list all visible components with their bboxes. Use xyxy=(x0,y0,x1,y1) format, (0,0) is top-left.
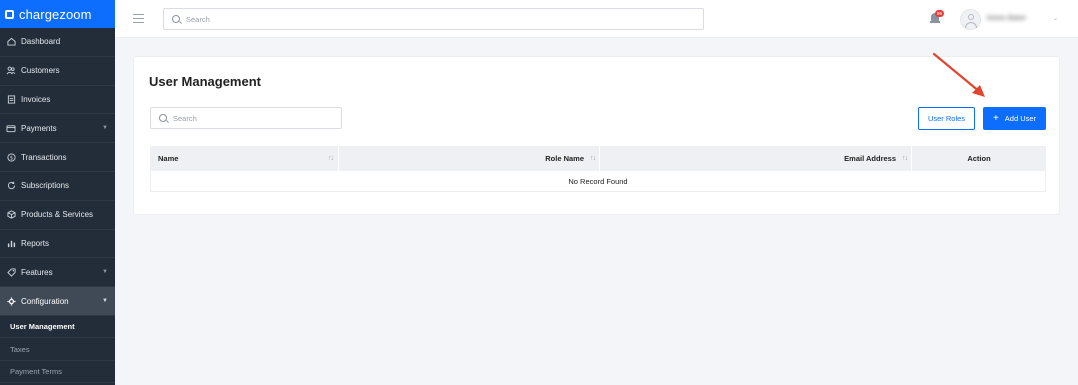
plus-icon: + xyxy=(992,112,999,124)
table-search-input[interactable] xyxy=(173,113,341,123)
chevron-down-icon[interactable]: ⌄ xyxy=(1053,15,1058,22)
sidebar-item-label: Configuration xyxy=(21,296,69,306)
gear-icon xyxy=(6,296,16,306)
search-icon xyxy=(159,114,167,122)
svg-text:$: $ xyxy=(9,155,12,161)
sidebar-item-subscriptions[interactable]: Subscriptions xyxy=(0,172,115,201)
top-search-input[interactable] xyxy=(186,14,703,24)
sidebar: chargezoom Dashboard Customers Invoices … xyxy=(0,0,115,385)
sidebar-item-configuration[interactable]: Configuration ▼ xyxy=(0,287,115,316)
table-search-box[interactable] xyxy=(150,107,342,129)
brand-name: chargezoom xyxy=(19,6,92,22)
invoice-icon xyxy=(6,94,16,104)
sidebar-item-label: Features xyxy=(21,267,53,277)
user-name[interactable]: Kelvin Baker xyxy=(987,15,1031,23)
refresh-icon xyxy=(6,181,16,191)
sidebar-item-label: Reports xyxy=(21,238,50,248)
column-header-action: Action xyxy=(967,154,991,163)
top-search-box[interactable] xyxy=(163,8,704,30)
empty-state-row: No Record Found xyxy=(150,171,1046,192)
sidebar-item-transactions[interactable]: $ Transactions xyxy=(0,143,115,172)
user-management-card: User Management User Roles + Add User Na… xyxy=(133,56,1060,215)
bar-chart-icon xyxy=(6,238,16,248)
sidebar-item-products-services[interactable]: Products & Services xyxy=(0,201,115,230)
brand-logo[interactable]: chargezoom xyxy=(0,0,115,28)
sidebar-item-label: Subscriptions xyxy=(21,181,70,191)
sidebar-item-label: Dashboard xyxy=(21,37,61,47)
sidebar-item-dashboard[interactable]: Dashboard xyxy=(0,28,115,57)
sort-icon[interactable]: ↑↓ xyxy=(590,155,596,162)
sidebar-item-features[interactable]: Features ▼ xyxy=(0,258,115,288)
box-icon xyxy=(6,210,16,220)
wallet-icon xyxy=(6,123,16,133)
table-header: Name ↑↓ Role Name ↑↓ Email Address ↑↓ Ac… xyxy=(150,146,1046,171)
sidebar-item-invoices[interactable]: Invoices xyxy=(0,86,115,115)
hamburger-menu-icon[interactable] xyxy=(133,14,144,26)
users-table: Name ↑↓ Role Name ↑↓ Email Address ↑↓ Ac… xyxy=(150,146,1046,192)
logo-icon xyxy=(5,9,14,19)
column-header-name[interactable]: Name ↑↓ xyxy=(150,146,339,171)
notification-badge: 99 xyxy=(935,10,944,17)
add-user-label: Add User xyxy=(1004,114,1037,123)
sidebar-subitem-user-management[interactable]: User Management xyxy=(0,316,115,339)
notification-bell-icon[interactable]: 99 xyxy=(930,10,944,24)
sort-icon[interactable]: ↑↓ xyxy=(328,155,334,162)
tag-icon xyxy=(6,267,16,277)
sidebar-item-label: Invoices xyxy=(21,94,51,104)
dollar-icon: $ xyxy=(6,152,16,162)
sort-icon[interactable]: ↑↓ xyxy=(902,155,908,162)
chevron-down-icon: ▼ xyxy=(102,125,108,132)
sidebar-item-customers[interactable]: Customers xyxy=(0,57,115,86)
sidebar-subitem-taxes[interactable]: Taxes xyxy=(0,338,115,361)
avatar[interactable] xyxy=(960,9,981,30)
search-icon xyxy=(172,15,180,23)
sidebar-item-reports[interactable]: Reports xyxy=(0,230,115,259)
sidebar-item-label: Transactions xyxy=(21,152,67,162)
add-user-button[interactable]: + Add User xyxy=(983,107,1046,130)
annotation-arrow-icon xyxy=(932,52,985,97)
chevron-down-icon: ▼ xyxy=(102,298,108,305)
sidebar-item-payments[interactable]: Payments ▼ xyxy=(0,114,115,144)
users-icon xyxy=(6,66,16,76)
home-icon xyxy=(6,37,16,47)
column-header-email-address[interactable]: Email Address ↑↓ xyxy=(600,146,912,171)
sidebar-item-label: Customers xyxy=(21,66,60,76)
sidebar-item-label: Products & Services xyxy=(21,210,94,220)
chevron-down-icon: ▼ xyxy=(102,269,108,276)
top-bar: 99 Kelvin Baker ⌄ xyxy=(115,0,1078,38)
user-icon xyxy=(967,14,974,20)
sidebar-subitem-payment-terms[interactable]: Payment Terms xyxy=(0,361,115,384)
sidebar-item-label: Payments xyxy=(21,123,57,133)
page-title: User Management xyxy=(149,74,261,89)
user-roles-button[interactable]: User Roles xyxy=(918,107,975,130)
column-header-role-name[interactable]: Role Name ↑↓ xyxy=(339,146,600,171)
